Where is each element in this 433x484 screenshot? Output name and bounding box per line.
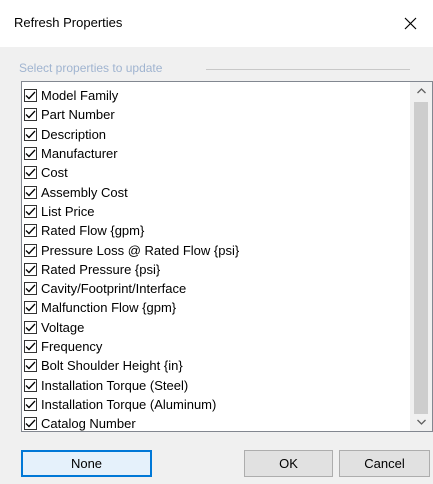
dialog-body: Select properties to update Model Family… <box>0 47 433 484</box>
checkmark-icon <box>25 419 36 428</box>
checklist-item[interactable]: Rated Flow {gpm} <box>24 221 410 240</box>
checklist-item[interactable]: Installation Torque (Aluminum) <box>24 395 410 414</box>
checklist-item-label: Part Number <box>41 107 115 123</box>
checklist-item[interactable]: Cost <box>24 163 410 182</box>
checklist-item-label: Installation Torque (Aluminum) <box>41 396 217 412</box>
close-button[interactable] <box>387 0 433 47</box>
checkbox[interactable] <box>24 340 37 353</box>
checklist-item[interactable]: Assembly Cost <box>24 182 410 201</box>
checkbox[interactable] <box>24 417 37 431</box>
properties-checklist[interactable]: Model Family Part Number Description Manufa… <box>21 81 433 432</box>
checklist-item-label: Voltage <box>41 319 85 335</box>
checkmark-icon <box>25 361 36 370</box>
checkbox[interactable] <box>24 185 37 199</box>
window-title: Refresh Properties <box>14 15 123 30</box>
checkmark-icon <box>25 284 36 293</box>
checklist-item[interactable]: Malfunction Flow {gpm} <box>24 298 410 317</box>
checklist-item-label: Manufacturer <box>41 146 118 162</box>
checkbox[interactable] <box>24 301 37 315</box>
checkmark-icon <box>25 226 36 235</box>
checklist-item[interactable]: Rated Pressure {psi} <box>24 260 410 279</box>
checklist-item-label: Model Family <box>41 88 119 104</box>
cancel-button[interactable]: Cancel <box>339 450 430 477</box>
checkmark-icon <box>25 303 36 312</box>
checkmark-icon <box>25 168 36 177</box>
vertical-scrollbar[interactable] <box>410 82 432 431</box>
checkbox[interactable] <box>24 127 37 141</box>
checklist-item-label: Frequency <box>41 339 103 354</box>
checklist-item-label: Description <box>41 126 107 142</box>
checklist-item[interactable]: Bolt Shoulder Height {in} <box>24 356 410 375</box>
checkbox[interactable] <box>24 378 37 392</box>
checklist-item-label: Cavity/Footprint/Interface <box>41 281 187 297</box>
checklist-item[interactable]: Voltage <box>24 318 410 337</box>
checklist-item[interactable]: Description <box>24 125 410 144</box>
checklist-item[interactable]: Model Family <box>24 86 410 105</box>
checklist-item[interactable]: Pressure Loss @ Rated Flow {psi} <box>24 240 410 259</box>
checklist-item[interactable]: List Price <box>24 202 410 221</box>
checklist-item-label: Assembly Cost <box>41 184 128 200</box>
checkmark-icon <box>25 207 36 216</box>
checkbox[interactable] <box>24 359 37 373</box>
checklist-item[interactable]: Installation Torque (Steel) <box>24 375 410 394</box>
checkmark-icon <box>25 246 36 254</box>
checkmark-icon <box>25 149 36 158</box>
scroll-up-button[interactable] <box>410 82 432 100</box>
title-bar: Refresh Properties <box>0 0 433 47</box>
checkmark-icon <box>25 110 36 119</box>
checkbox[interactable] <box>24 224 37 238</box>
checkmark-icon <box>25 381 36 390</box>
checkbox[interactable] <box>24 262 37 276</box>
checklist-item[interactable]: Cavity/Footprint/Interface <box>24 279 410 298</box>
checklist-item-label: Cost <box>41 165 68 181</box>
checkbox[interactable] <box>24 282 37 296</box>
checkbox[interactable] <box>24 204 37 218</box>
group-label: Select properties to update <box>19 61 167 75</box>
checkmark-icon <box>25 130 36 139</box>
chevron-down-icon <box>416 419 426 425</box>
checklist-items: Model Family Part Number Description Manufa… <box>24 86 410 432</box>
checklist-item-label: Rated Pressure {psi} <box>41 261 161 277</box>
checklist-item[interactable]: Catalog Number <box>24 414 410 432</box>
scroll-down-button[interactable] <box>410 413 432 431</box>
checkbox[interactable] <box>24 89 37 103</box>
checkbox[interactable] <box>24 108 37 122</box>
checklist-item[interactable]: Manufacturer <box>24 144 410 163</box>
refresh-properties-dialog: Refresh Properties Select properties to … <box>0 0 433 484</box>
checkbox[interactable] <box>24 147 37 161</box>
checkmark-icon <box>25 91 36 100</box>
checklist-item-label: Bolt Shoulder Height {in} <box>41 358 183 374</box>
checkmark-icon <box>25 342 36 351</box>
checkmark-icon <box>25 188 36 197</box>
checklist-item-label: Rated Flow {gpm} <box>41 223 145 239</box>
ok-button[interactable]: OK <box>244 450 333 477</box>
checklist-item-label: Catalog Number <box>41 416 136 432</box>
group-divider <box>206 69 410 70</box>
scroll-thumb[interactable] <box>414 102 428 414</box>
checkmark-icon <box>25 400 36 409</box>
checkbox[interactable] <box>24 243 37 257</box>
checkmark-icon <box>25 323 36 332</box>
close-icon <box>404 17 416 30</box>
checklist-item-label: Installation Torque (Steel) <box>41 377 189 393</box>
checkbox[interactable] <box>24 397 37 411</box>
checklist-item-label: List Price <box>41 203 95 219</box>
checkbox[interactable] <box>24 166 37 180</box>
chevron-up-icon <box>416 88 426 94</box>
checklist-item-label: Pressure Loss @ Rated Flow {psi} <box>41 242 240 258</box>
checklist-item[interactable]: Frequency <box>24 337 410 356</box>
checklist-item[interactable]: Part Number <box>24 105 410 124</box>
checkbox[interactable] <box>24 320 37 334</box>
checkmark-icon <box>25 265 36 274</box>
none-button[interactable]: None <box>21 450 152 477</box>
checklist-item-label: Malfunction Flow {gpm} <box>41 300 177 316</box>
